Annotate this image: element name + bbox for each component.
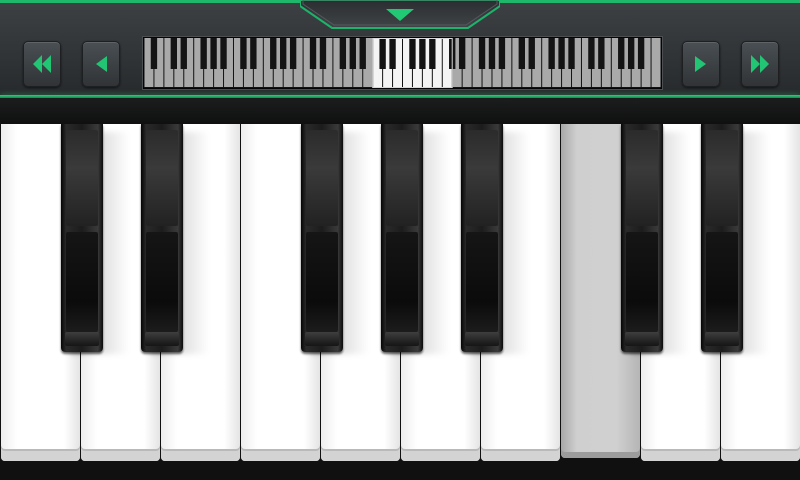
- black-key-tip: [625, 332, 659, 346]
- mini-black-key: [200, 38, 207, 69]
- mini-black-key: [528, 38, 535, 69]
- mini-black-key: [419, 38, 426, 69]
- mini-black-key: [488, 38, 496, 69]
- black-key-tip: [385, 332, 419, 346]
- mini-white-key: [651, 38, 661, 87]
- mini-black-key: [170, 38, 178, 69]
- mini-black-key: [180, 38, 187, 69]
- piano-app: [0, 0, 800, 480]
- arrow-right-icon: [695, 56, 706, 72]
- mini-black-key: [558, 38, 565, 69]
- mini-black-key: [220, 38, 227, 69]
- mini-black-key: [309, 38, 317, 69]
- black-key-tip: [65, 332, 99, 346]
- mini-black-key: [588, 38, 595, 69]
- fast-forward-button[interactable]: [741, 41, 779, 87]
- mini-black-key: [280, 38, 287, 69]
- black-key-tip: [465, 332, 499, 346]
- menu-dropdown-tab[interactable]: [300, 0, 500, 32]
- black-key-body: [621, 124, 663, 352]
- black-key-body: [61, 124, 103, 352]
- mini-black-key: [568, 38, 575, 69]
- black-key[interactable]: [621, 124, 689, 354]
- mini-black-key: [150, 38, 158, 69]
- back-button[interactable]: [82, 41, 120, 87]
- mini-black-key: [389, 38, 396, 69]
- double-arrow-right-icon: [751, 55, 769, 73]
- mini-black-key: [458, 38, 466, 69]
- forward-button[interactable]: [682, 41, 720, 87]
- black-key[interactable]: [301, 124, 369, 354]
- mini-black-key: [637, 38, 645, 69]
- arrow-left-icon: [96, 56, 107, 72]
- black-key-tip: [145, 332, 179, 346]
- mini-black-key: [339, 38, 347, 69]
- fast-back-button[interactable]: [23, 41, 61, 87]
- black-key[interactable]: [701, 124, 769, 354]
- mini-black-key: [409, 38, 416, 69]
- black-key-tip: [305, 332, 339, 346]
- mini-black-key: [289, 38, 297, 69]
- mini-keyboard-navigator[interactable]: [143, 37, 662, 89]
- mini-black-key: [210, 38, 217, 69]
- mini-black-key: [349, 38, 356, 69]
- mini-black-key: [618, 38, 625, 69]
- top-toolbar: [0, 0, 800, 100]
- black-key[interactable]: [381, 124, 449, 354]
- black-key-body: [141, 124, 183, 352]
- mini-black-key: [319, 38, 327, 69]
- mini-black-key: [627, 38, 635, 69]
- mini-black-key: [429, 38, 436, 69]
- mini-black-key: [379, 38, 386, 69]
- piano-keyboard: [0, 124, 800, 480]
- black-key-body: [461, 124, 503, 352]
- black-key[interactable]: [61, 124, 129, 354]
- mini-black-key: [518, 38, 525, 69]
- mini-black-key: [498, 38, 506, 69]
- black-key-body: [701, 124, 743, 352]
- mini-black-key: [478, 38, 486, 69]
- black-key-body: [301, 124, 343, 352]
- mini-black-key: [240, 38, 247, 69]
- black-key-body: [381, 124, 423, 352]
- mini-black-key: [250, 38, 257, 69]
- double-arrow-left-icon: [33, 55, 51, 73]
- black-key[interactable]: [141, 124, 209, 354]
- black-key[interactable]: [461, 124, 529, 354]
- mini-black-key: [548, 38, 555, 69]
- toolbar-divider: [0, 98, 800, 124]
- mini-black-key: [270, 38, 277, 69]
- mini-black-key: [598, 38, 605, 69]
- black-key-tip: [705, 332, 739, 346]
- mini-black-key: [359, 38, 366, 69]
